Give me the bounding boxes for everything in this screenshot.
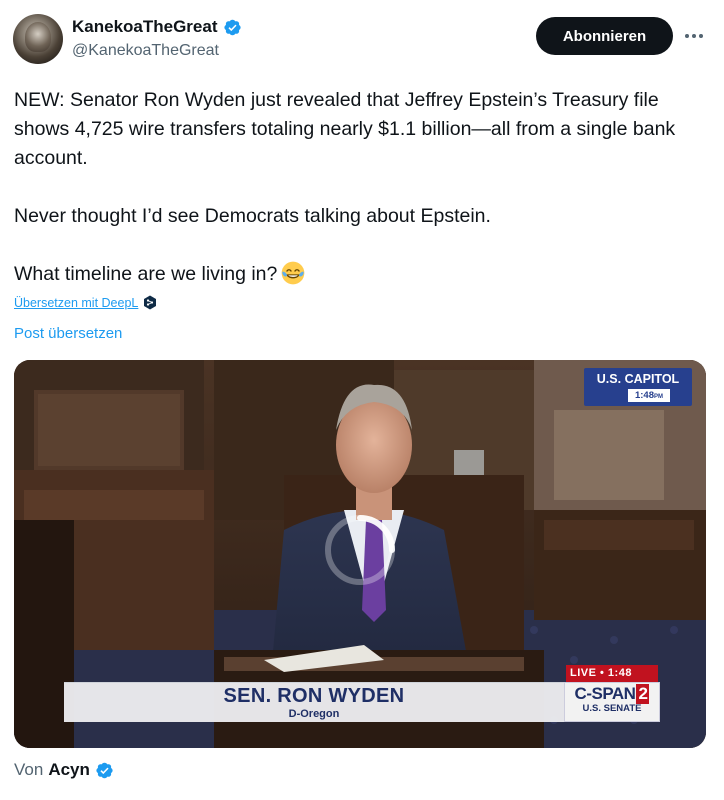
author-avatar[interactable] [13,14,63,64]
video-attribution: Von Acyn [14,760,114,780]
tweet-text: NEW: Senator Ron Wyden just revealed tha… [14,86,704,289]
live-indicator: LIVE • 1:48 [566,665,658,682]
tweet-paragraph-last: What timeline are we living in? [14,260,704,289]
location-badge-label: U.S. CAPITOL [596,372,680,386]
verified-badge-icon [96,762,113,778]
author-handle[interactable]: @KanekoaTheGreat [72,42,219,60]
location-badge: U.S. CAPITOL 1:48PM [584,368,692,406]
tweet-paragraph: NEW: Senator Ron Wyden just revealed tha… [14,89,676,169]
network-logo-number: 2 [636,684,650,704]
tweet-paragraph-text: What timeline are we living in? [14,263,278,285]
more-options-icon[interactable] [682,24,706,48]
follow-button[interactable]: Abonnieren [536,17,673,55]
network-logo: C-SPAN 2 U.S. SENATE [564,682,660,722]
verified-badge-icon [223,19,241,35]
video-player[interactable]: U.S. CAPITOL 1:48PM LIVE • 1:48 SEN. RON… [14,360,706,748]
speaker-party: D-Oregon [288,708,340,720]
attribution-name[interactable]: Acyn [48,760,90,780]
deepl-translate-label[interactable]: Übersetzen mit DeepL [14,296,138,310]
laughing-tears-emoji-icon [282,261,305,285]
post-translate-link[interactable]: Post übersetzen [14,325,122,342]
deepl-translate-link[interactable]: Übersetzen mit DeepL [14,295,157,310]
loading-spinner-icon [325,515,395,585]
tweet-paragraph: Never thought I’d see Democrats talking … [14,205,491,227]
deepl-logo-icon [144,295,157,310]
author-name-row[interactable]: KanekoaTheGreat [72,17,242,37]
author-display-name[interactable]: KanekoaTheGreat [72,17,218,37]
tweet-header: KanekoaTheGreat @KanekoaTheGreat Abonnie… [0,0,724,70]
network-logo-text: C-SPAN [574,684,636,703]
lower-third-caption: SEN. RON WYDEN D-Oregon [64,682,564,722]
location-badge-time: 1:48PM [628,389,670,402]
attribution-prefix: Von [14,760,44,779]
speaker-name: SEN. RON WYDEN [223,685,405,707]
network-sub: U.S. SENATE [582,703,642,714]
